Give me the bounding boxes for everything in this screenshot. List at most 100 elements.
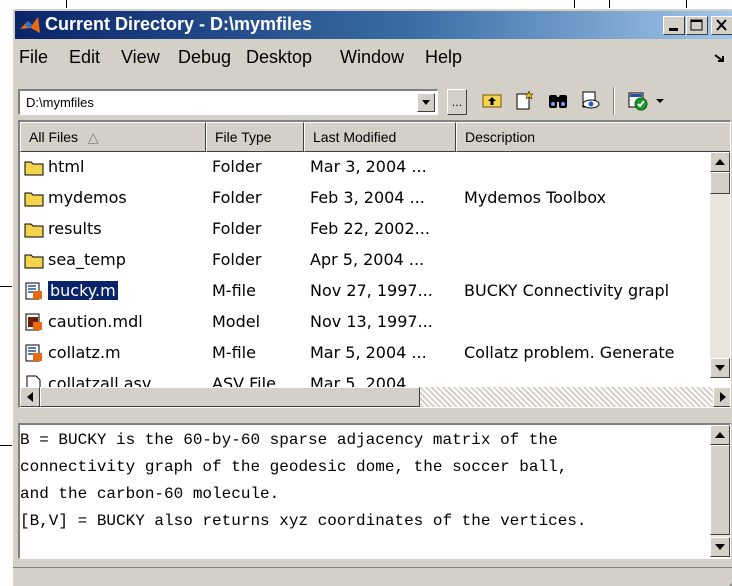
last-modified: Feb 3, 2004 ... [310, 188, 425, 207]
table-row[interactable]: mydemos Folder Feb 3, 2004 ... Mydemos Tool… [20, 183, 710, 213]
table-row[interactable]: html Folder Mar 3, 2004 ... [20, 152, 710, 182]
help-line: and the carbon-60 molecule. [20, 485, 280, 503]
folder-icon [24, 223, 44, 238]
column-header-label: All Files [29, 129, 79, 145]
menu-debug[interactable]: Debug [178, 47, 231, 68]
column-header-all-files[interactable]: All Files △ [20, 122, 206, 152]
scroll-right-button[interactable] [713, 387, 730, 407]
browse-folder-button[interactable]: ... [447, 89, 467, 115]
column-header-label: Description [465, 129, 536, 145]
last-modified: Mar 5, 2004 ... [310, 343, 427, 362]
current-directory-value: D:\mymfiles [26, 95, 94, 110]
matlab-logo-icon [20, 17, 40, 33]
help-preview-pane: B = BUCKY is the 60-by-60 sparse adjacen… [18, 423, 731, 559]
current-directory-window: Current Directory - D:\mymfiles File Edi… [12, 8, 732, 586]
minimize-button[interactable] [663, 16, 685, 35]
scroll-down-button[interactable] [710, 537, 730, 557]
file-name[interactable]: mydemos [48, 188, 203, 207]
toolbar: D:\mymfiles ... [13, 75, 732, 115]
file-name[interactable]: bucky.m [47, 280, 119, 301]
model-icon [25, 313, 42, 331]
scroll-up-button[interactable] [710, 425, 730, 445]
scroll-up-button[interactable] [710, 152, 730, 172]
file-name[interactable]: caution.mdl [48, 312, 203, 331]
arrow-down-icon [715, 365, 725, 371]
file-type: Folder [212, 157, 262, 176]
folder-icon [24, 161, 44, 176]
menu-file[interactable]: File [19, 47, 48, 68]
maximize-icon [690, 19, 703, 31]
column-header-file-type[interactable]: File Type [206, 122, 304, 152]
scroll-left-button[interactable] [20, 387, 40, 407]
chevron-down-icon [422, 100, 430, 105]
file-type: Model [212, 312, 261, 331]
m-file-icon [25, 344, 42, 362]
scroll-thumb[interactable] [710, 172, 730, 194]
last-modified: Feb 22, 2002... [310, 219, 430, 238]
reports-dropdown-icon[interactable] [653, 89, 667, 111]
table-row[interactable]: bucky.m M-file Nov 27, 1997... BUCKY Connec… [20, 276, 710, 306]
table-row[interactable]: results Folder Feb 22, 2002... [20, 214, 710, 244]
file-description: Collatz problem. Generate [464, 343, 675, 362]
help-line: connectivity graph of the geodesic dome,… [20, 458, 568, 476]
current-directory-field[interactable]: D:\mymfiles [18, 89, 438, 115]
toolbar-separator [613, 87, 615, 115]
file-description: BUCKY Connectivity grapl [464, 281, 670, 300]
find-files-binoculars-icon[interactable] [547, 89, 569, 111]
help-line: [B,V] = BUCKY also returns xyz coordinat… [20, 512, 587, 530]
sort-ascending-icon: △ [87, 129, 99, 145]
file-name[interactable]: results [48, 219, 203, 238]
folder-icon [24, 254, 44, 269]
window-title: Current Directory - D:\mymfiles [45, 14, 313, 34]
help-vertical-scrollbar[interactable] [710, 425, 730, 557]
menu-view[interactable]: View [121, 47, 160, 68]
arrow-down-icon [715, 544, 725, 550]
table-row[interactable]: caution.mdl Model Nov 13, 1997... [20, 307, 710, 337]
run-reports-icon[interactable] [627, 89, 649, 111]
status-bar [13, 567, 732, 586]
file-name[interactable]: collatz.m [48, 343, 203, 362]
undock-arrow-icon[interactable] [713, 53, 727, 63]
last-modified: Nov 13, 1997... [310, 312, 433, 331]
minimize-icon [669, 28, 678, 31]
file-name[interactable]: html [48, 157, 203, 176]
horizontal-scroll-thumb[interactable] [40, 387, 420, 407]
table-row[interactable]: sea_temp Folder Apr 5, 2004 ... [20, 245, 710, 275]
resize-grip-icon[interactable] [723, 575, 732, 586]
column-header-description[interactable]: Description [456, 122, 730, 152]
column-header-label: Last Modified [313, 129, 397, 145]
close-button[interactable] [711, 16, 732, 35]
scroll-thumb[interactable] [710, 445, 730, 535]
folder-icon [24, 192, 44, 207]
directory-history-dropdown[interactable] [417, 93, 435, 112]
last-modified: Mar 3, 2004 ... [310, 157, 427, 176]
file-type: Folder [212, 219, 262, 238]
menu-bar: File Edit View Debug Desktop Window Help [13, 43, 732, 71]
column-header-last-modified[interactable]: Last Modified [304, 122, 456, 152]
file-name[interactable]: sea_temp [48, 250, 203, 269]
show-file-contents-icon[interactable] [579, 89, 601, 111]
file-type: Folder [212, 188, 262, 207]
file-list-horizontal-scrollbar[interactable] [20, 387, 730, 407]
new-file-icon[interactable] [513, 89, 535, 111]
m-file-icon [25, 282, 42, 300]
file-description: Mydemos Toolbox [464, 188, 607, 207]
arrow-right-icon [720, 392, 726, 402]
arrow-left-icon [27, 392, 33, 402]
file-type: Folder [212, 250, 262, 269]
column-header-label: File Type [215, 129, 272, 145]
menu-desktop[interactable]: Desktop [246, 47, 312, 68]
menu-window[interactable]: Window [340, 47, 404, 68]
file-list-vertical-scrollbar[interactable] [710, 152, 730, 378]
last-modified: Nov 27, 1997... [310, 281, 433, 300]
maximize-button[interactable] [686, 16, 708, 35]
title-bar[interactable]: Current Directory - D:\mymfiles [15, 11, 732, 39]
file-type: M-file [212, 343, 256, 362]
help-line: B = BUCKY is the 60-by-60 sparse adjacen… [20, 431, 558, 449]
go-up-folder-icon[interactable] [481, 89, 503, 111]
menu-edit[interactable]: Edit [69, 47, 100, 68]
menu-help[interactable]: Help [425, 47, 462, 68]
scroll-down-button[interactable] [710, 358, 730, 378]
last-modified: Apr 5, 2004 ... [310, 250, 425, 269]
table-row[interactable]: collatz.m M-file Mar 5, 2004 ... Collatz pr… [20, 338, 710, 368]
